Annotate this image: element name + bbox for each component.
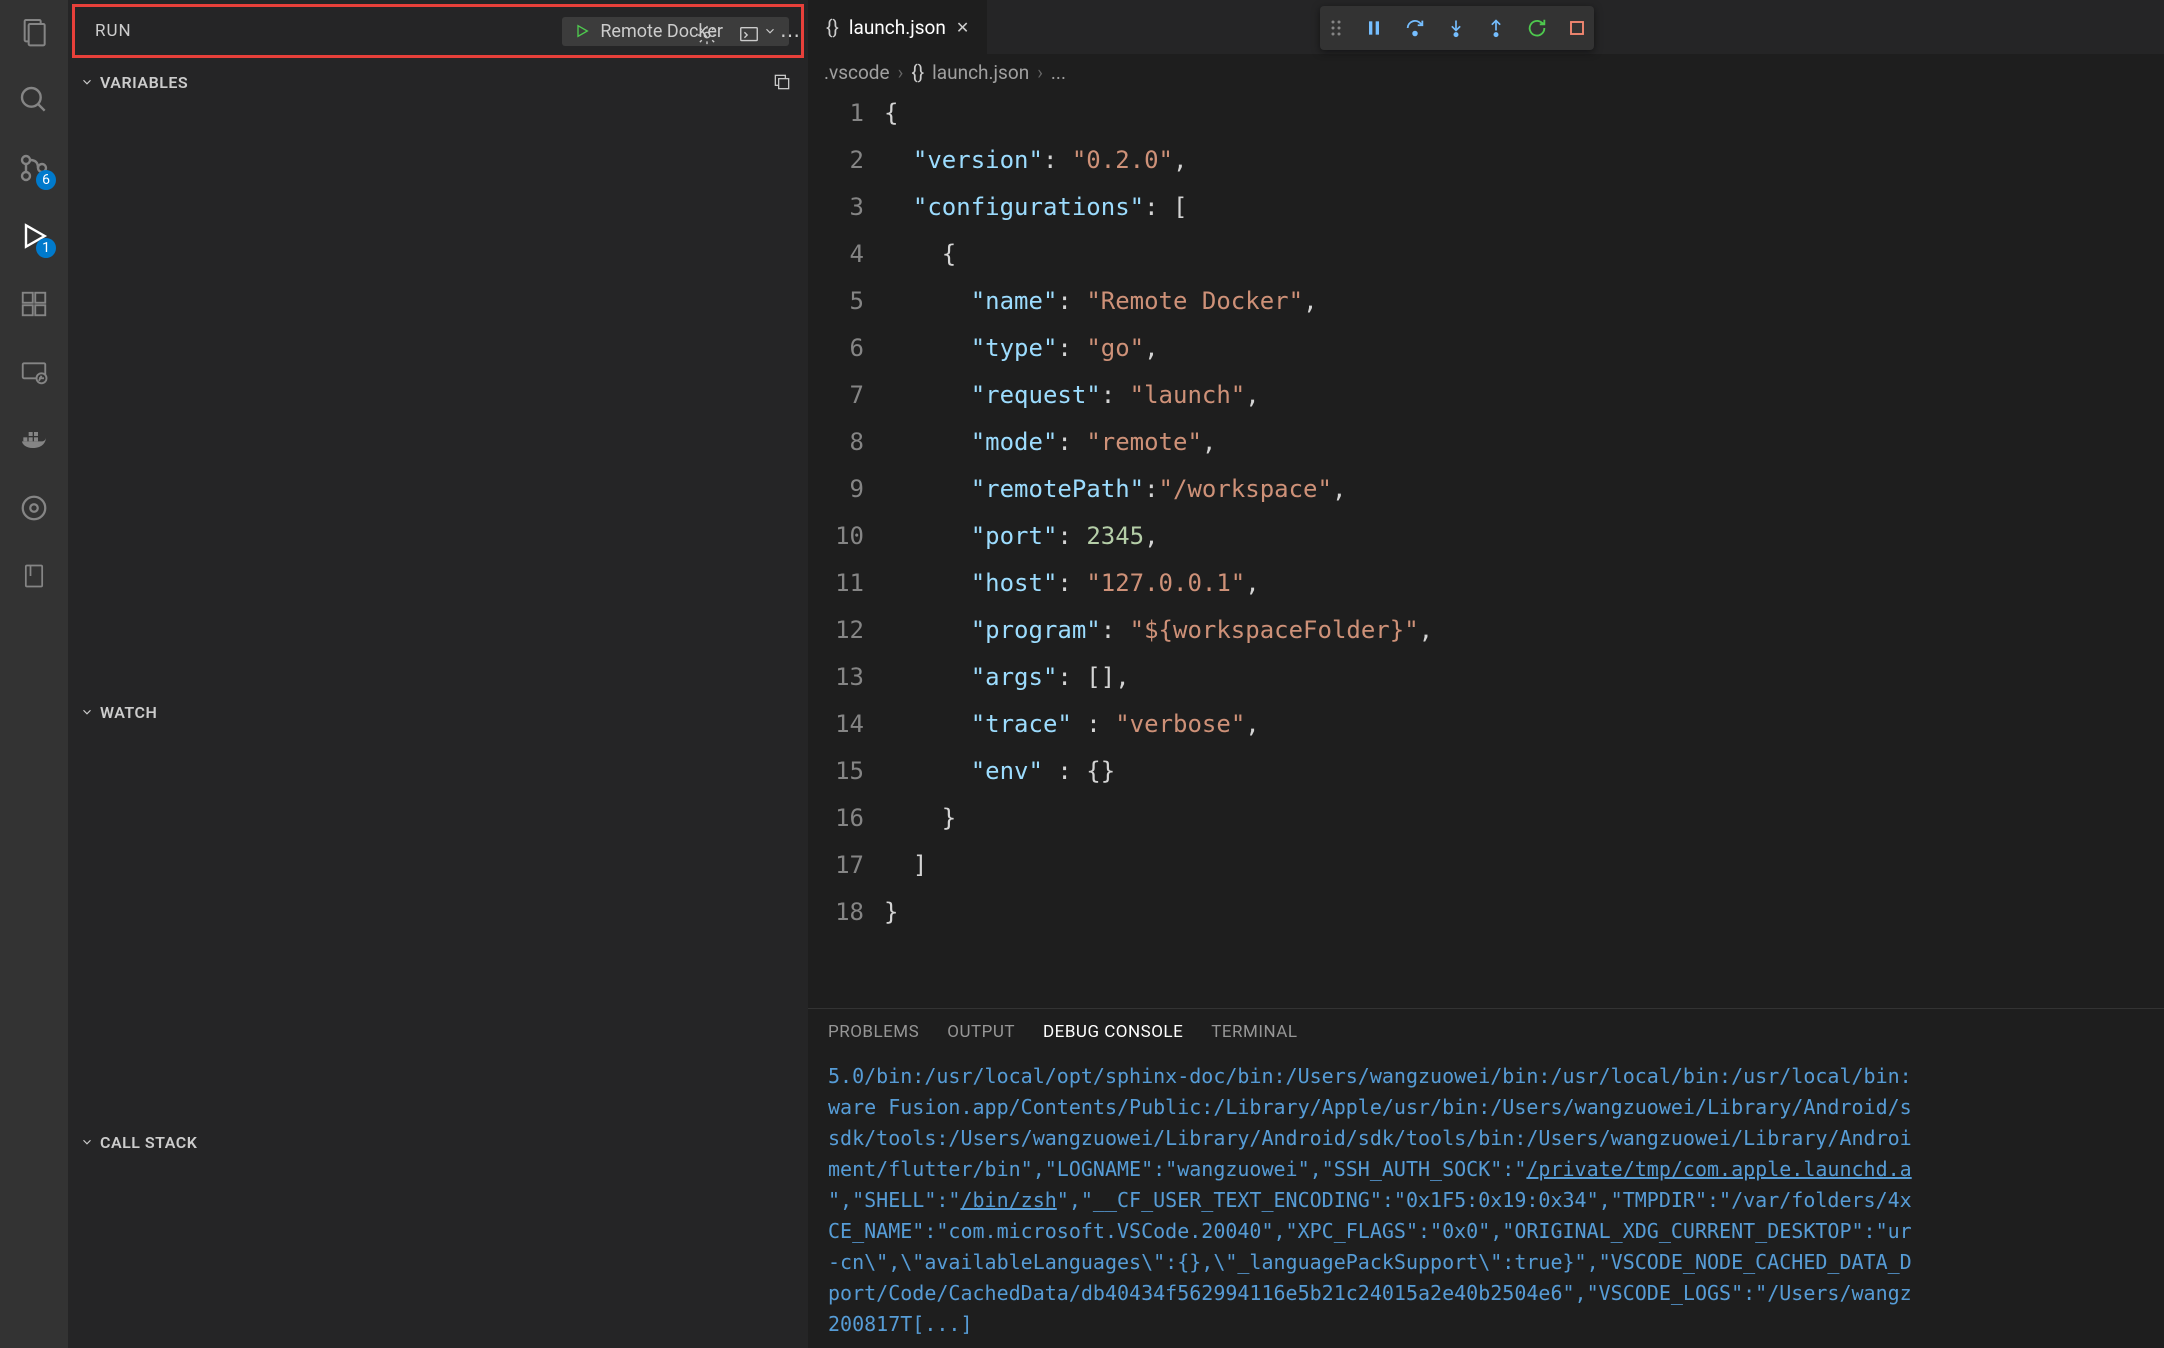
tab-output[interactable]: OUTPUT xyxy=(947,1022,1015,1042)
breadcrumb-folder[interactable]: .vscode xyxy=(824,61,890,84)
bottom-panel: PROBLEMS OUTPUT DEBUG CONSOLE TERMINAL 5… xyxy=(808,1008,2164,1348)
debug-console-output[interactable]: 5.0/bin:/usr/local/opt/sphinx-doc/bin:/U… xyxy=(808,1055,2164,1348)
activity-bar: 6 1 xyxy=(0,0,68,1348)
tab-debug-console[interactable]: DEBUG CONSOLE xyxy=(1043,1022,1183,1042)
activity-docker[interactable] xyxy=(14,420,54,460)
variables-label: VARIABLES xyxy=(100,73,188,92)
callstack-label: CALL STACK xyxy=(100,1133,197,1152)
code-editor[interactable]: 123456789101112131415161718 { "version":… xyxy=(808,90,2164,1008)
activity-extensions[interactable] xyxy=(14,284,54,324)
tab-launch-json[interactable]: {} launch.json ✕ xyxy=(808,0,988,54)
activity-search[interactable] xyxy=(14,80,54,120)
ellipsis-icon[interactable]: ⋯ xyxy=(780,23,800,47)
breadcrumb-file[interactable]: launch.json xyxy=(932,61,1029,84)
debug-toolbar[interactable] xyxy=(1320,6,1594,50)
line-gutter: 123456789101112131415161718 xyxy=(808,90,884,1008)
tab-label: launch.json xyxy=(849,16,946,39)
activity-remote-explorer[interactable] xyxy=(14,352,54,392)
chevron-right-icon: › xyxy=(898,61,904,84)
restart-button[interactable] xyxy=(1526,17,1548,39)
chevron-right-icon: › xyxy=(1037,61,1043,84)
activity-run-debug[interactable]: 1 xyxy=(14,216,54,256)
editor-area: {} launch.json ✕ .vscode › {} laun xyxy=(808,0,2164,1348)
run-debug-badge: 1 xyxy=(36,238,56,258)
code-content[interactable]: { "version": "0.2.0", "configurations": … xyxy=(884,90,2164,1008)
step-over-button[interactable] xyxy=(1404,17,1426,39)
tab-terminal[interactable]: TERMINAL xyxy=(1211,1022,1297,1042)
panel-tabs: PROBLEMS OUTPUT DEBUG CONSOLE TERMINAL xyxy=(808,1009,2164,1055)
activity-explorer[interactable] xyxy=(14,12,54,52)
stop-button[interactable] xyxy=(1568,19,1586,37)
breadcrumbs[interactable]: .vscode › {} launch.json › ... xyxy=(808,54,2164,90)
watch-section-header[interactable]: WATCH xyxy=(68,692,808,732)
pause-button[interactable] xyxy=(1364,18,1384,38)
step-out-button[interactable] xyxy=(1486,18,1506,38)
step-into-button[interactable] xyxy=(1446,18,1466,38)
play-icon xyxy=(574,23,590,39)
watch-label: WATCH xyxy=(100,703,157,722)
activity-gitlens[interactable] xyxy=(14,488,54,528)
json-file-icon: {} xyxy=(826,16,839,39)
close-icon[interactable]: ✕ xyxy=(956,18,969,37)
gear-icon[interactable] xyxy=(696,24,718,46)
run-title: RUN xyxy=(87,21,132,41)
source-control-badge: 6 xyxy=(36,170,56,190)
run-sidebar: RUN Remote Docker ⋯ VARIABLES WATCH xyxy=(68,0,808,1348)
variables-section-header[interactable]: VARIABLES xyxy=(68,62,808,102)
activity-bookmarks[interactable] xyxy=(14,556,54,596)
run-header-actions: ⋯ xyxy=(680,8,816,62)
tab-problems[interactable]: PROBLEMS xyxy=(828,1022,919,1042)
debug-console-icon[interactable] xyxy=(738,24,760,46)
json-file-icon: {} xyxy=(911,61,924,84)
breadcrumb-trail[interactable]: ... xyxy=(1051,61,1066,84)
collapse-all-icon[interactable] xyxy=(772,72,792,92)
callstack-section-header[interactable]: CALL STACK xyxy=(68,1122,808,1162)
drag-handle-icon[interactable] xyxy=(1328,18,1344,38)
activity-source-control[interactable]: 6 xyxy=(14,148,54,188)
